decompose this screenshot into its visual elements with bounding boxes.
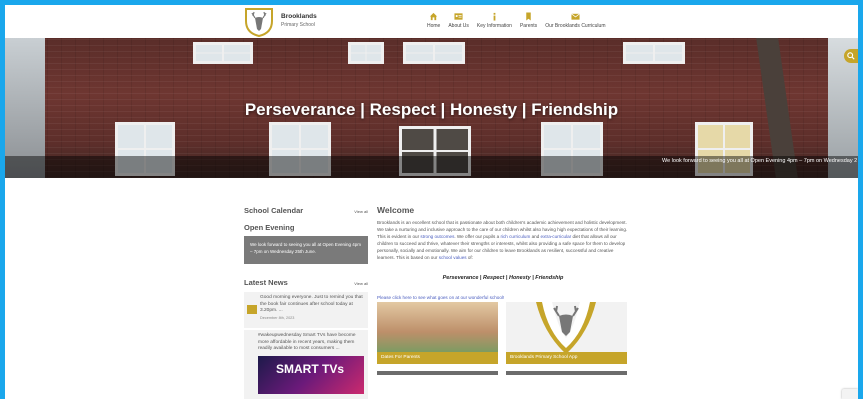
brand[interactable]: Brooklands Primary School	[281, 13, 317, 29]
tile-caption: Dates For Parents	[377, 352, 498, 364]
tile[interactable]	[377, 371, 498, 375]
news-header: Latest News View all	[244, 278, 368, 287]
intro-text: and	[530, 234, 541, 239]
news-view-all-link[interactable]: View all	[354, 281, 368, 286]
tile-school-app[interactable]: Brooklands Primary School App	[506, 302, 627, 364]
tile-caption: Brooklands Primary School App	[506, 352, 627, 364]
quick-links: Dates For Parents Brooklands Primary Sch…	[377, 302, 627, 364]
window	[348, 42, 384, 64]
home-icon	[430, 12, 438, 21]
page-content: School Calendar View all Open Evening We…	[5, 178, 858, 399]
strong-outcomes-link[interactable]: strong outcomes	[420, 234, 454, 239]
nav-home[interactable]: Home	[427, 12, 440, 29]
site-header: Brooklands Primary School Home About Us …	[5, 5, 858, 38]
search-button[interactable]	[844, 49, 858, 63]
calendar-header: School Calendar View all	[244, 206, 368, 215]
calendar-title: School Calendar	[244, 206, 304, 215]
nav-label: Key Information	[476, 23, 512, 29]
stag-crest-icon	[536, 302, 596, 354]
main-column: Welcome Brooklands is an excellent schoo…	[377, 205, 629, 300]
intro-text: . We offer our pupils a	[454, 234, 501, 239]
news-summary: Good morning everyone. Just to remind yo…	[260, 295, 363, 313]
quick-links-row-2	[377, 371, 627, 375]
news-thumbnail-text: SMART TVs	[276, 361, 345, 376]
calendar-view-all-link[interactable]: View all	[354, 209, 368, 214]
news-folder-icon	[247, 305, 257, 314]
rich-curriculum-link[interactable]: rich curriculum	[500, 234, 530, 239]
tile-dates-for-parents[interactable]: Dates For Parents	[377, 302, 498, 364]
nav-curriculum[interactable]: Our Brooklands Curriculum	[545, 12, 606, 29]
news-title: Latest News	[244, 278, 288, 287]
school-motto: Perseverance | Respect | Honesty | Frien…	[442, 275, 564, 281]
main-nav: Home About Us Key Information Parents Ou…	[427, 12, 606, 29]
event-title[interactable]: Open Evening	[244, 223, 368, 232]
tile[interactable]	[506, 371, 627, 375]
hero-title: Perseverance | Respect | Honesty | Frien…	[244, 100, 619, 119]
window	[623, 42, 685, 64]
sidebar: School Calendar View all Open Evening We…	[244, 206, 368, 399]
news-summary: #wakeupwednesday Smart TVs have become m…	[258, 333, 356, 351]
news-thumbnail[interactable]: SMART TVs	[258, 355, 364, 394]
news-text: Good morning everyone. Just to remind yo…	[260, 295, 365, 325]
nav-key-information[interactable]: Key Information	[477, 12, 512, 29]
nav-label: Home	[427, 23, 441, 29]
nav-about[interactable]: About Us	[448, 12, 469, 29]
school-life-link[interactable]: Please click here to see what goes on at…	[377, 295, 629, 300]
nav-label: About Us	[448, 23, 469, 29]
browser-viewport: Brooklands Primary School Home About Us …	[5, 5, 858, 399]
window	[403, 42, 465, 64]
nav-parents[interactable]: Parents	[520, 12, 537, 29]
window	[193, 42, 253, 64]
school-values-link[interactable]: school values	[439, 255, 467, 260]
info-icon	[493, 12, 496, 21]
event-box[interactable]: We look forward to seeing you all at Ope…	[244, 236, 368, 264]
brand-sub: Primary School	[281, 22, 315, 28]
hero-banner: Perseverance | Respect | Honesty | Frien…	[5, 38, 858, 178]
school-crest-logo[interactable]	[243, 7, 275, 37]
extra-curricular-link[interactable]: extra-curricular	[541, 234, 572, 239]
recaptcha-badge[interactable]	[842, 389, 858, 399]
mail-icon	[571, 13, 580, 20]
id-card-icon	[454, 13, 463, 20]
nav-label: Our Brooklands Curriculum	[545, 23, 606, 29]
brand-name: Brooklands	[281, 13, 317, 20]
news-ticker[interactable]: We look forward to seeing you all at Ope…	[662, 158, 857, 164]
search-icon	[847, 52, 855, 60]
intro-text: of:	[466, 255, 473, 260]
welcome-intro: Brooklands is an excellent school that i…	[377, 219, 629, 261]
nav-label: Parents	[519, 23, 538, 29]
painting-image	[377, 302, 498, 352]
welcome-title: Welcome	[377, 205, 415, 215]
news-item[interactable]: #wakeupwednesday Smart TVs have become m…	[244, 330, 368, 399]
news-date: December 8th, 2023	[260, 315, 295, 320]
bookmark-icon	[526, 12, 531, 21]
school-app-image	[506, 302, 627, 354]
news-item[interactable]: Good morning everyone. Just to remind yo…	[244, 292, 368, 328]
